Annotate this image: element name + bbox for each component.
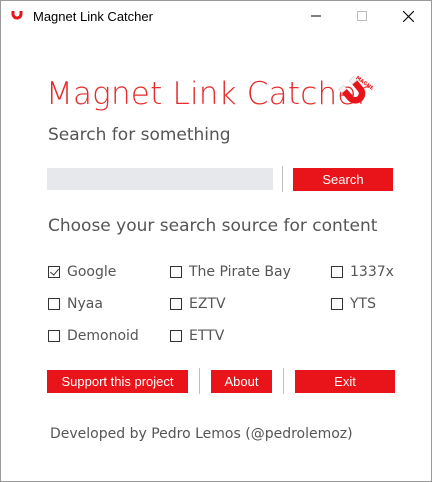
minimize-icon	[311, 15, 321, 17]
checkbox-icon[interactable]	[48, 330, 60, 342]
about-button[interactable]: About	[211, 370, 272, 393]
source-1337x-checkbox[interactable]: 1337x	[331, 264, 394, 280]
source-label: Demonoid	[67, 328, 139, 344]
checkbox-icon[interactable]	[170, 266, 182, 278]
source-demonoid-checkbox[interactable]: Demonoid	[48, 328, 139, 344]
source-label: EZTV	[189, 296, 226, 312]
checkbox-icon[interactable]	[170, 330, 182, 342]
source-google-checkbox[interactable]: Google	[48, 264, 116, 280]
search-subtitle: Search for something	[48, 125, 231, 145]
source-yts-checkbox[interactable]: YTS	[331, 296, 376, 312]
checkbox-checked-icon[interactable]	[48, 266, 60, 278]
maximize-icon	[357, 11, 367, 21]
divider	[283, 368, 284, 394]
magnet-logo-icon: MAGNET	[338, 75, 373, 104]
source-ettv-checkbox[interactable]: ETTV	[170, 328, 224, 344]
search-input[interactable]	[47, 168, 273, 190]
window-title: Magnet Link Catcher	[33, 9, 153, 24]
close-icon	[402, 10, 414, 22]
search-button[interactable]: Search	[293, 168, 393, 191]
checkbox-icon[interactable]	[48, 298, 60, 310]
checkbox-icon[interactable]	[170, 298, 182, 310]
source-label: YTS	[350, 296, 376, 312]
source-label: Nyaa	[67, 296, 103, 312]
checkbox-icon[interactable]	[331, 266, 343, 278]
divider	[199, 368, 200, 394]
source-label: Google	[67, 264, 117, 280]
source-label: 1337x	[350, 264, 394, 280]
magnet-app-icon	[11, 11, 23, 20]
support-project-button[interactable]: Support this project	[47, 370, 188, 393]
sources-title: Choose your search source for content	[48, 216, 378, 236]
app-heading: Magnet Link Catcher	[46, 76, 370, 112]
app-window: Magnet Link Catcher Magnet Link Catcher …	[0, 0, 432, 482]
checkbox-icon[interactable]	[331, 298, 343, 310]
minimize-button[interactable]	[293, 1, 339, 31]
title-bar[interactable]: Magnet Link Catcher	[1, 1, 431, 31]
source-thepiratebay-checkbox[interactable]: The Pirate Bay	[170, 264, 291, 280]
source-label: The Pirate Bay	[189, 264, 291, 280]
close-button[interactable]	[385, 1, 431, 31]
source-nyaa-checkbox[interactable]: Nyaa	[48, 296, 103, 312]
developer-credit: Developed by Pedro Lemos (@pedrolemoz)	[50, 426, 353, 442]
divider	[282, 166, 283, 192]
maximize-button[interactable]	[339, 1, 385, 31]
source-eztv-checkbox[interactable]: EZTV	[170, 296, 226, 312]
exit-button[interactable]: Exit	[295, 370, 395, 393]
source-label: ETTV	[189, 328, 225, 344]
